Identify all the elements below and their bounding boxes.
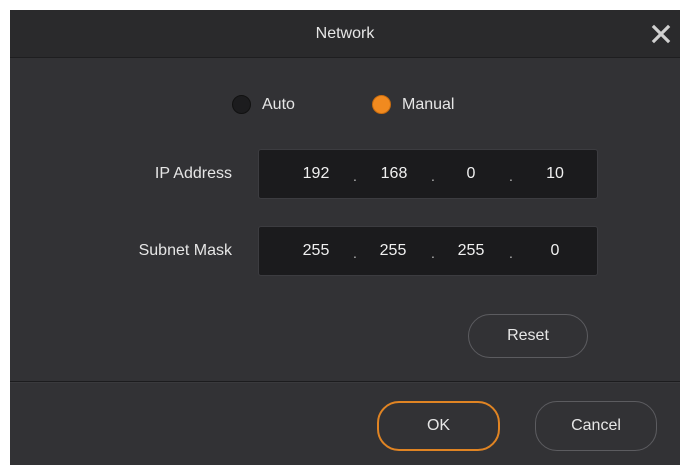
ip-separator: .	[509, 168, 513, 184]
cancel-button[interactable]: Cancel	[535, 401, 657, 451]
reset-button[interactable]: Reset	[468, 314, 588, 358]
ip-separator: .	[353, 168, 357, 184]
title-bar: Network	[10, 10, 680, 58]
ip-address-field[interactable]: 192 . 168 . 0 . 10	[258, 149, 598, 199]
subnet-mask-field[interactable]: 255 . 255 . 255 . 0	[258, 226, 598, 276]
dialog-title: Network	[315, 25, 375, 42]
subnet-mask-label: Subnet Mask	[138, 242, 232, 259]
mask-separator: .	[509, 245, 513, 261]
ip-octet-3[interactable]: 0	[445, 150, 497, 198]
radio-auto-indicator[interactable]	[232, 95, 251, 114]
mask-octet-4[interactable]: 0	[529, 227, 581, 275]
ip-octet-2[interactable]: 168	[368, 150, 420, 198]
mask-separator: .	[353, 245, 357, 261]
ip-octet-1[interactable]: 192	[290, 150, 342, 198]
network-dialog: Network Auto Manual IP Address 192 . 168…	[10, 10, 680, 465]
ok-button[interactable]: OK	[377, 401, 500, 451]
ip-address-label: IP Address	[154, 165, 232, 182]
mode-radio-group: Auto Manual	[10, 92, 680, 118]
mask-separator: .	[431, 245, 435, 261]
footer-divider-highlight	[10, 382, 680, 383]
close-icon[interactable]	[648, 21, 674, 47]
radio-auto-label[interactable]: Auto	[262, 92, 295, 118]
mask-octet-3[interactable]: 255	[445, 227, 497, 275]
mask-octet-2[interactable]: 255	[367, 227, 419, 275]
ip-octet-4[interactable]: 10	[529, 150, 581, 198]
radio-manual-indicator[interactable]	[372, 95, 391, 114]
radio-manual-label[interactable]: Manual	[402, 92, 454, 118]
ip-separator: .	[431, 168, 435, 184]
mask-octet-1[interactable]: 255	[290, 227, 342, 275]
